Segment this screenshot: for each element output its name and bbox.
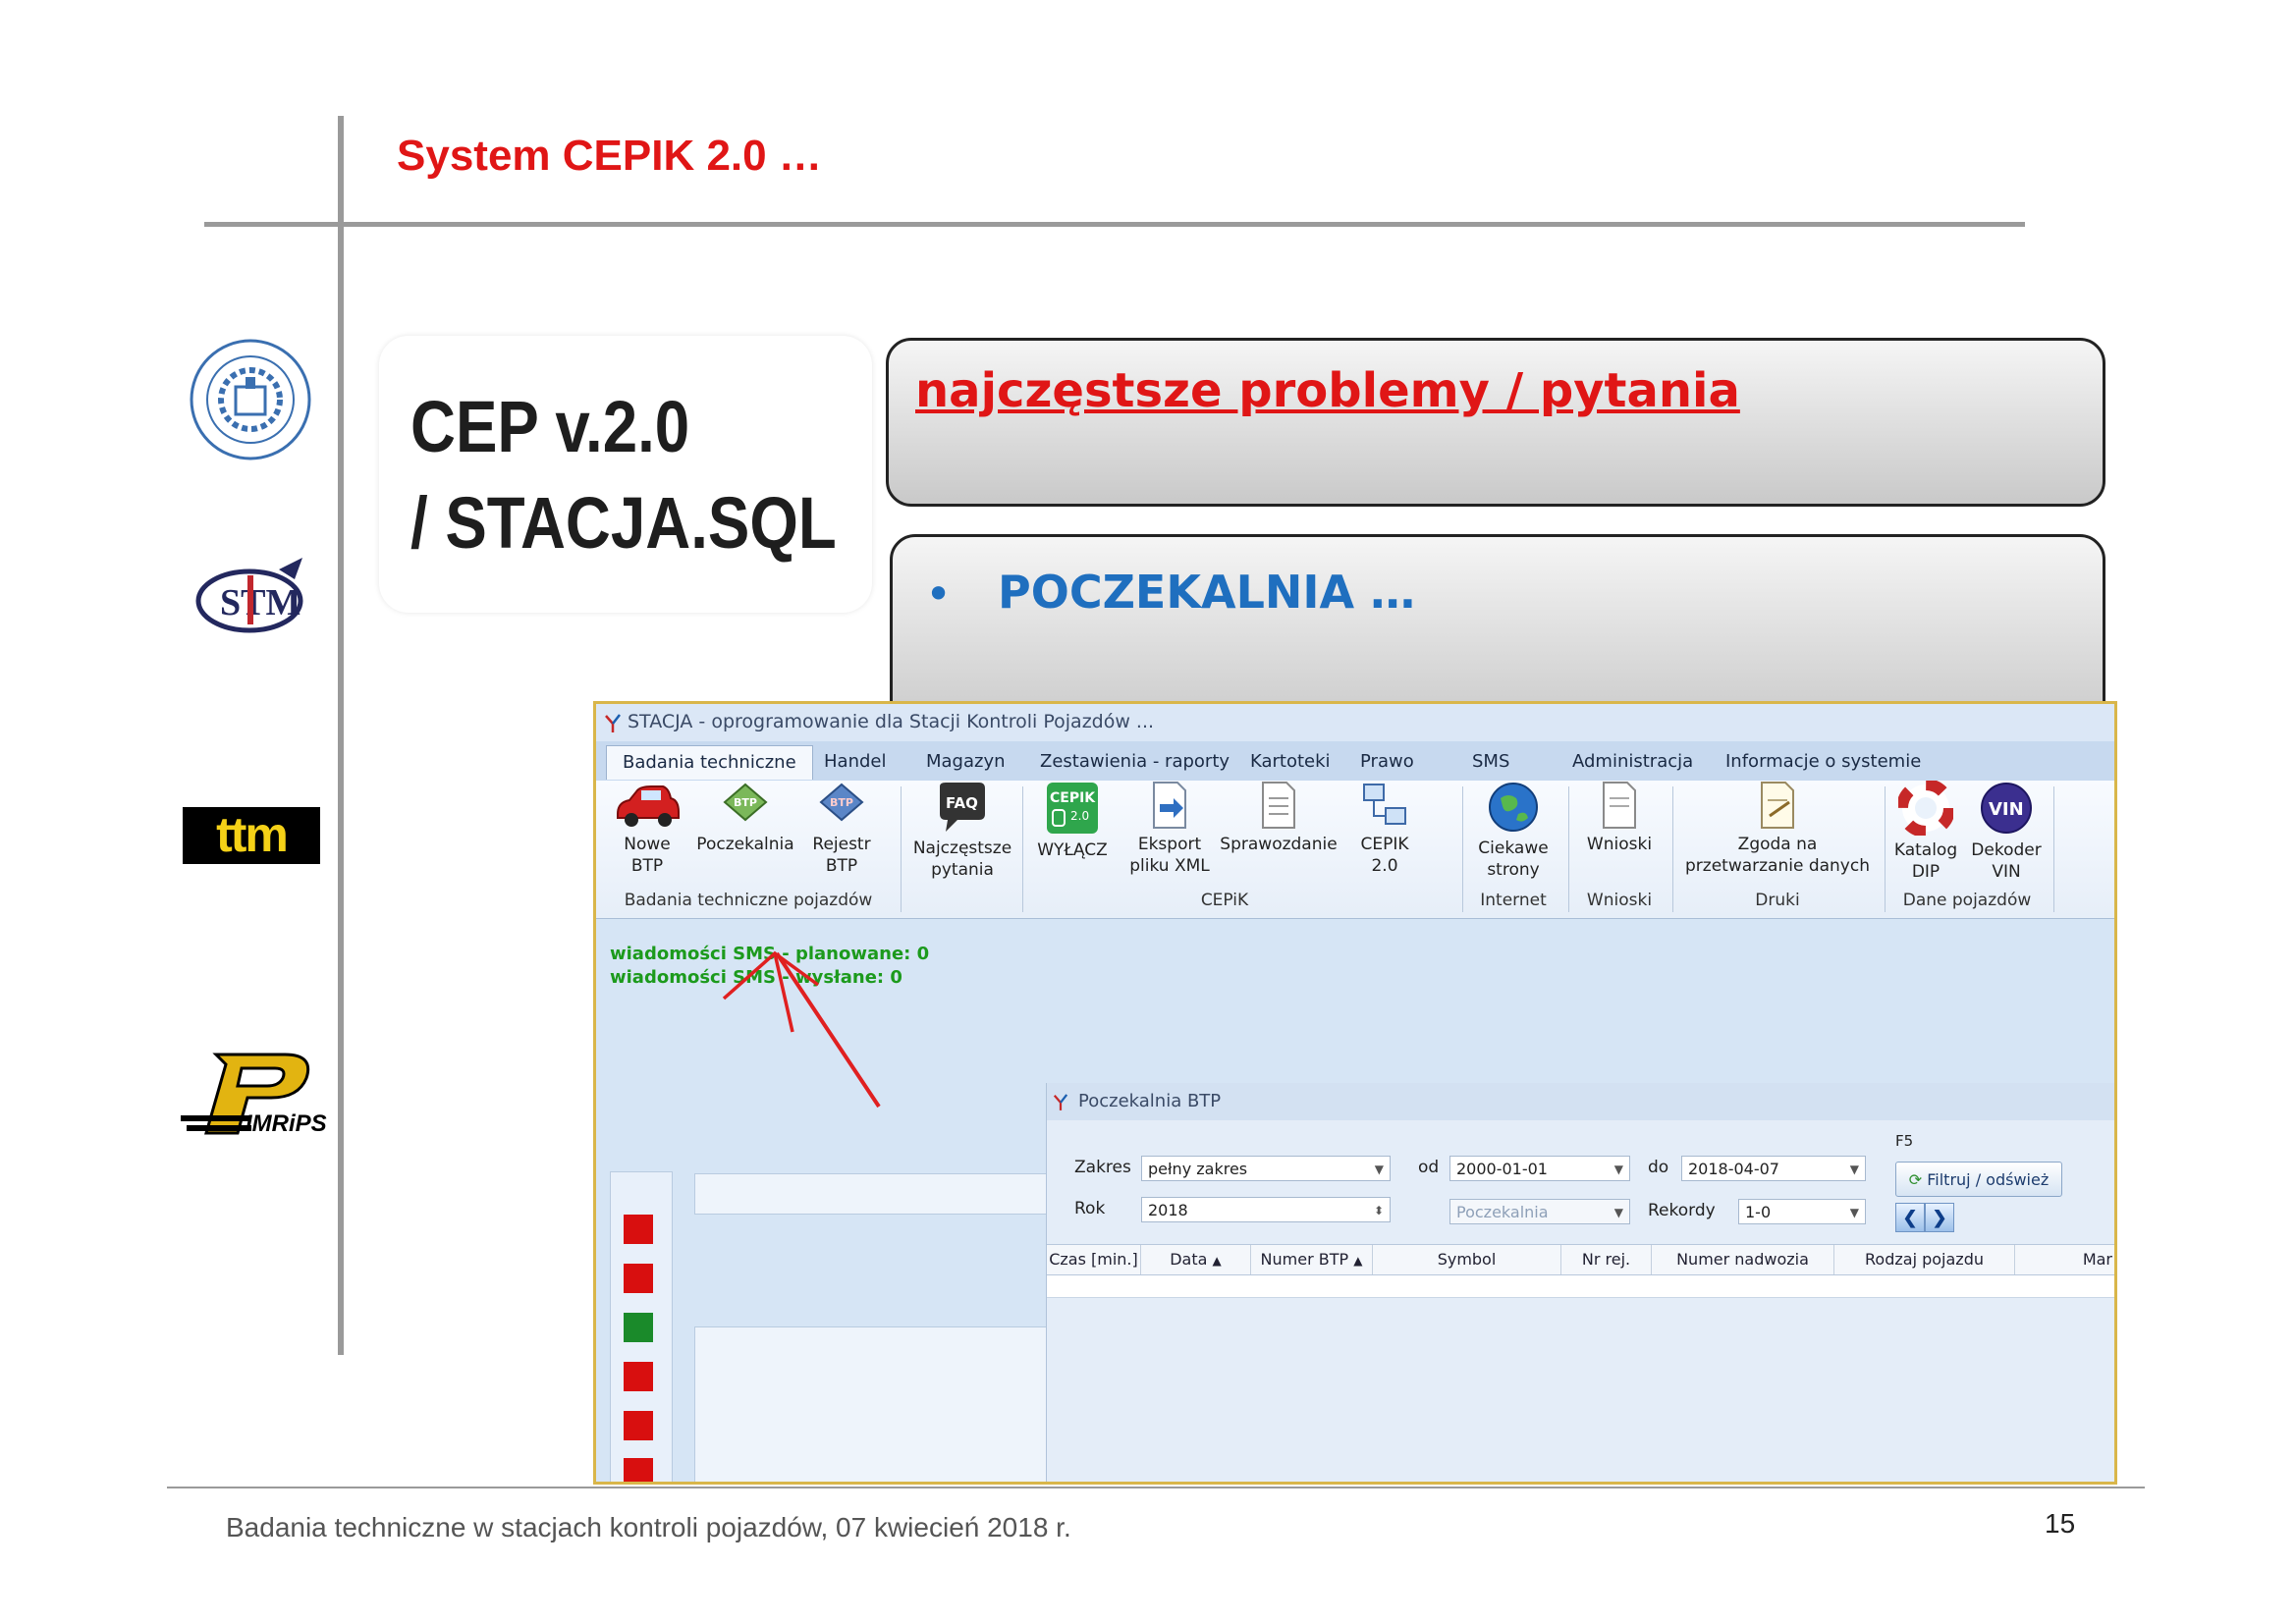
- slide-title: System CEPIK 2.0 …: [397, 132, 822, 180]
- cep-title-box: [379, 336, 872, 613]
- problems-heading: najczęstsze problemy / pytania: [915, 363, 1740, 418]
- svg-text:IMRiPS: IMRiPS: [246, 1110, 327, 1137]
- footer-text: Badania techniczne w stacjach kontroli p…: [226, 1512, 1071, 1542]
- imrips-logo: IMRiPS: [181, 1053, 327, 1137]
- stacja-app-window: STACJA - oprogramowanie dla Stacji Kontr…: [593, 701, 2117, 1485]
- svg-text:STM: STM: [220, 582, 301, 623]
- cep-version-heading: CEP v.2.0: [410, 386, 690, 467]
- poznan-university-logo: [190, 339, 311, 460]
- title-underline: [204, 222, 2025, 227]
- stm-logo: STM: [195, 558, 303, 633]
- vertical-divider: [338, 116, 344, 1355]
- bullet: •: [925, 568, 953, 621]
- page-number: 15: [2045, 1508, 2076, 1539]
- footer-divider: [167, 1487, 2145, 1488]
- red-annotation-arrow: [722, 950, 881, 1109]
- poczekalnia-heading: POCZEKALNIA …: [998, 566, 1416, 619]
- stacja-sql-heading: / STACJA.SQL: [410, 482, 837, 564]
- ttm-logo: ttm: [183, 807, 320, 864]
